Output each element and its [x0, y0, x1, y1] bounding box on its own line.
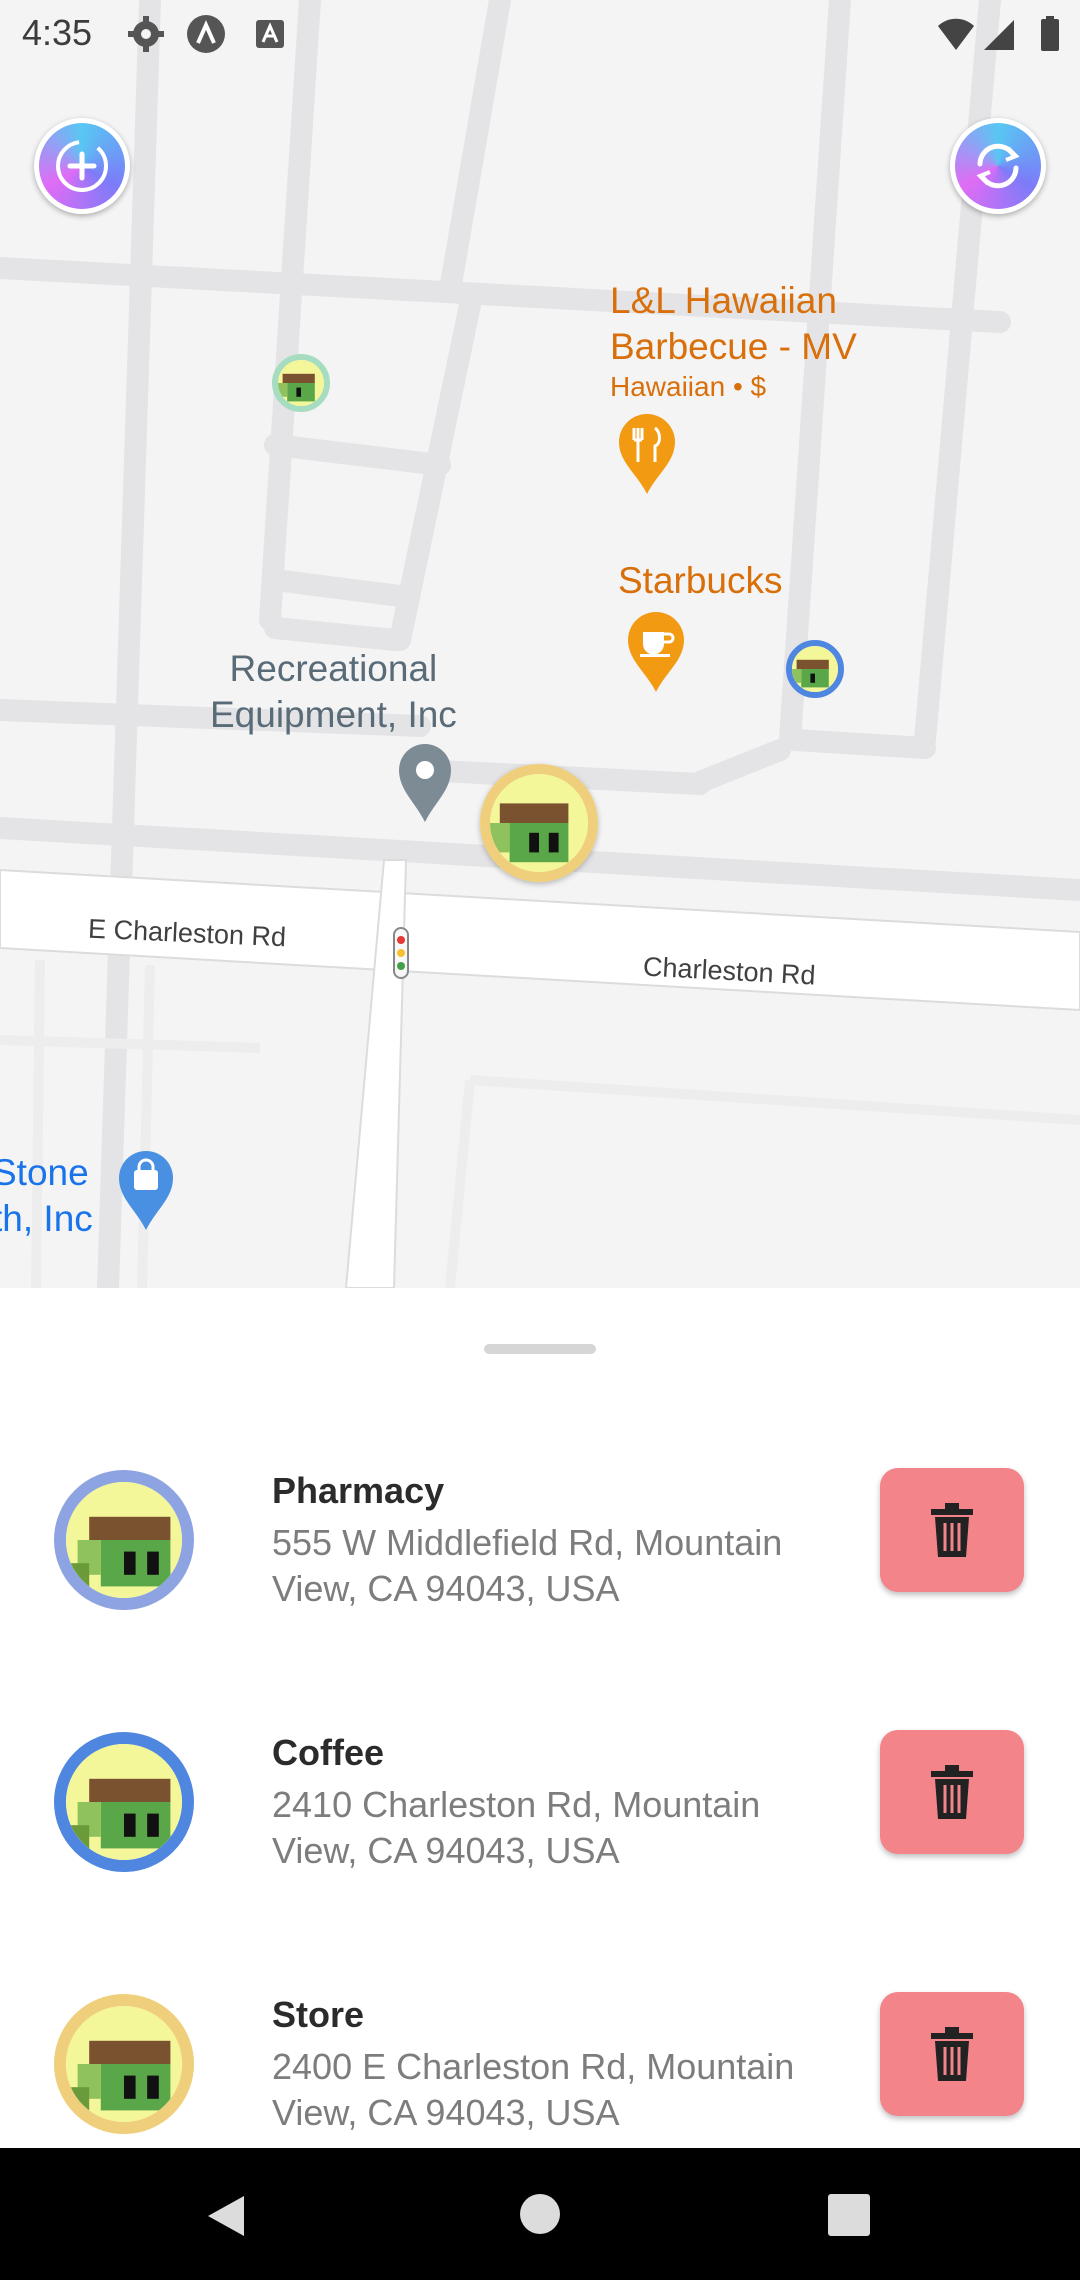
poi-stone-label[interactable]: Stone th, Inc — [0, 1150, 93, 1242]
pixel-shop-icon — [66, 2006, 182, 2122]
pixel-shop-icon — [66, 1482, 182, 1598]
map-marker-store-selected[interactable] — [480, 764, 598, 882]
map-marker-coffee[interactable] — [786, 640, 844, 698]
delete-button[interactable] — [880, 1468, 1024, 1592]
status-time: 4:35 — [22, 12, 93, 53]
delete-button[interactable] — [880, 1730, 1024, 1854]
trash-icon — [931, 2027, 973, 2081]
poi-name-line2: Barbecue - MV — [610, 326, 857, 367]
map-view[interactable]: L&L Hawaiian Barbecue - MV Hawaiian • $ … — [0, 0, 1080, 1288]
restaurant-pin-icon[interactable] — [617, 414, 677, 496]
list-item[interactable]: Coffee 2410 Charleston Rd, Mountain View… — [0, 1702, 1080, 1902]
map-marker-small[interactable] — [272, 354, 330, 412]
shopping-pin-icon[interactable] — [117, 1150, 175, 1232]
system-nav-bar — [0, 2148, 1080, 2280]
pixel-shop-icon — [278, 360, 324, 406]
place-address: 2400 E Charleston Rd, Mountain View, CA … — [272, 2046, 795, 2133]
place-name: Pharmacy — [272, 1470, 445, 1511]
add-place-button[interactable] — [34, 118, 130, 214]
status-bar: 4:35 — [0, 0, 1080, 64]
list-item[interactable]: Store 2400 E Charleston Rd, Mountain Vie… — [0, 1964, 1080, 2164]
place-name: Coffee — [272, 1732, 385, 1773]
location-pin-icon[interactable] — [397, 744, 453, 824]
poi-name-line1: L&L Hawaiian — [610, 280, 837, 321]
poi-name-line1: Recreational — [229, 648, 438, 689]
poi-starbucks-label[interactable]: Starbucks — [618, 558, 783, 604]
settings-icon — [128, 16, 164, 52]
wifi-icon — [938, 18, 974, 50]
trash-icon — [931, 1503, 973, 1557]
home-icon[interactable] — [518, 2192, 562, 2236]
avatar — [54, 1732, 194, 1872]
poi-rei-label[interactable]: Recreational Equipment, Inc — [210, 646, 457, 738]
sheet-drag-handle[interactable] — [484, 1344, 596, 1354]
avatar — [54, 1470, 194, 1610]
list-item[interactable]: Pharmacy 555 W Middlefield Rd, Mountain … — [0, 1440, 1080, 1640]
poi-name-line2: Equipment, Inc — [210, 694, 457, 735]
recents-icon[interactable] — [828, 2194, 870, 2236]
refresh-button[interactable] — [950, 118, 1046, 214]
place-name: Store — [272, 1994, 365, 2035]
pixel-shop-icon — [490, 774, 588, 872]
poi-name-line2: th, Inc — [0, 1198, 93, 1239]
places-bottom-sheet: Pharmacy 555 W Middlefield Rd, Mountain … — [0, 1288, 1080, 2148]
delete-button[interactable] — [880, 1992, 1024, 2116]
avatar — [54, 1994, 194, 2134]
signal-icon — [984, 20, 1014, 50]
trash-icon — [931, 1765, 973, 1819]
battery-icon — [1041, 16, 1059, 51]
place-address: 555 W Middlefield Rd, Mountain View, CA … — [272, 1522, 783, 1609]
poi-name-line1: Stone — [0, 1152, 89, 1193]
poi-hawaiian-label[interactable]: L&L Hawaiian Barbecue - MV Hawaiian • $ — [610, 278, 857, 404]
pixel-shop-icon — [66, 1744, 182, 1860]
cafe-pin-icon[interactable] — [626, 612, 686, 694]
map-roads — [0, 0, 1080, 1288]
poi-subtitle: Hawaiian • $ — [610, 371, 767, 402]
poi-name-line1: Starbucks — [618, 560, 783, 601]
refresh-icon — [976, 143, 1020, 189]
app-notification-icon — [187, 15, 225, 53]
place-address: 2410 Charleston Rd, Mountain View, CA 94… — [272, 1784, 761, 1871]
add-icon — [56, 140, 108, 192]
text-notification-icon — [256, 20, 284, 48]
pixel-shop-icon — [792, 646, 838, 692]
back-icon[interactable] — [204, 2192, 248, 2240]
